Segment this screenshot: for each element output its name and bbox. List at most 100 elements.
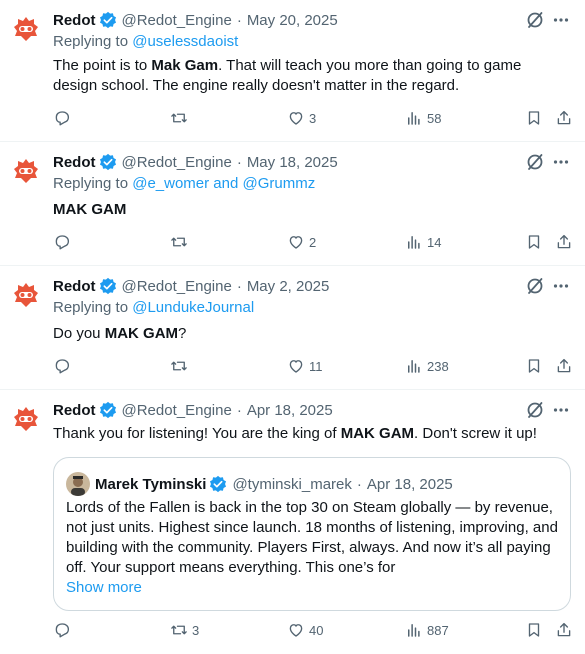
tweet[interactable]: Redot @Redot_Engine · May 20, 2025 Reply… bbox=[0, 0, 585, 142]
like-button[interactable]: 2 bbox=[287, 233, 316, 251]
reply-mention-link[interactable]: @e_womer and @Grummz bbox=[132, 175, 315, 192]
text-bold: MAK GAM bbox=[53, 201, 127, 218]
action-bar: 2 14 bbox=[53, 233, 573, 253]
reply-mention-link[interactable]: @uselessdaoist bbox=[132, 33, 238, 50]
quoted-tweet[interactable]: Marek Tyminski @tyminski_marek · Apr 18,… bbox=[53, 457, 571, 611]
grok-icon[interactable] bbox=[526, 277, 544, 295]
tweet-date[interactable]: May 18, 2025 bbox=[247, 154, 338, 171]
like-count: 3 bbox=[309, 110, 317, 126]
reply-icon bbox=[55, 111, 70, 126]
tweet-date[interactable]: May 2, 2025 bbox=[247, 278, 330, 295]
tweet[interactable]: Redot @Redot_Engine · May 2, 2025 Replyi… bbox=[0, 266, 585, 390]
quote-author-name[interactable]: Marek Tyminski bbox=[95, 476, 206, 493]
text-bold: Mak Gam bbox=[151, 57, 219, 74]
separator-dot: · bbox=[356, 475, 362, 493]
like-count: 11 bbox=[309, 358, 323, 374]
reply-icon bbox=[55, 359, 70, 374]
redot-logo-icon bbox=[14, 159, 38, 183]
more-horizontal-icon[interactable] bbox=[552, 11, 570, 29]
tweet-text: Do you MAK GAM? bbox=[53, 324, 568, 344]
text-part: . Don't screw it up! bbox=[414, 425, 537, 442]
share-button[interactable] bbox=[555, 109, 573, 127]
author-name[interactable]: Redot bbox=[53, 402, 96, 419]
tweet[interactable]: Redot @Redot_Engine · May 18, 2025 Reply… bbox=[0, 142, 585, 266]
reply-button[interactable] bbox=[53, 357, 75, 375]
share-button[interactable] bbox=[555, 233, 573, 251]
verified-badge-icon bbox=[99, 153, 117, 171]
replying-to: Replying to @LundukeJournal bbox=[53, 299, 254, 316]
views-button[interactable]: 14 bbox=[405, 233, 441, 251]
reply-button[interactable] bbox=[53, 233, 75, 251]
views-button[interactable]: 887 bbox=[405, 621, 449, 639]
reply-button[interactable] bbox=[53, 621, 75, 639]
more-horizontal-icon[interactable] bbox=[552, 401, 570, 419]
bookmark-button[interactable] bbox=[525, 233, 543, 251]
reply-mention-link[interactable]: @LundukeJournal bbox=[132, 299, 254, 316]
tweet-header: Redot @Redot_Engine · Apr 18, 2025 bbox=[53, 400, 333, 420]
grok-icon[interactable] bbox=[526, 401, 544, 419]
like-button[interactable]: 11 bbox=[287, 357, 323, 375]
repost-button[interactable]: 3 bbox=[170, 621, 199, 639]
more-horizontal-icon[interactable] bbox=[552, 153, 570, 171]
separator-dot: · bbox=[236, 153, 242, 171]
bookmark-button[interactable] bbox=[525, 109, 543, 127]
tweet[interactable]: Redot @Redot_Engine · Apr 18, 2025 Thank… bbox=[0, 390, 585, 654]
author-name[interactable]: Redot bbox=[53, 12, 96, 29]
avatar[interactable] bbox=[12, 157, 40, 185]
separator-dot: · bbox=[236, 11, 242, 29]
replying-to: Replying to @uselessdaoist bbox=[53, 33, 238, 50]
reply-button[interactable] bbox=[53, 109, 75, 127]
author-handle[interactable]: @Redot_Engine bbox=[122, 154, 232, 171]
text-bold: MAK GAM bbox=[104, 325, 179, 342]
bookmark-button[interactable] bbox=[525, 621, 543, 639]
repost-icon bbox=[171, 361, 187, 371]
tweet-text: The point is to Mak Gam. That will teach… bbox=[53, 56, 568, 96]
bookmark-button[interactable] bbox=[525, 357, 543, 375]
tweet-text: Thank you for listening! You are the kin… bbox=[53, 424, 568, 444]
separator-dot: · bbox=[236, 401, 242, 419]
tweet-header: Redot @Redot_Engine · May 2, 2025 bbox=[53, 276, 329, 296]
repost-button[interactable] bbox=[170, 233, 192, 251]
tweet-date[interactable]: May 20, 2025 bbox=[247, 12, 338, 29]
views-button[interactable]: 58 bbox=[405, 109, 441, 127]
views-chart-icon bbox=[408, 112, 420, 125]
show-more-link[interactable]: Show more bbox=[66, 578, 142, 598]
text-part: Thank you for listening! You are the kin… bbox=[53, 425, 341, 442]
replying-to-label: Replying to bbox=[53, 175, 129, 192]
repost-count: 3 bbox=[192, 622, 200, 638]
share-button[interactable] bbox=[555, 621, 573, 639]
verified-badge-icon bbox=[209, 475, 227, 493]
bookmark-icon bbox=[528, 111, 540, 125]
avatar[interactable] bbox=[12, 281, 40, 309]
avatar[interactable] bbox=[12, 405, 40, 433]
like-button[interactable]: 40 bbox=[287, 621, 323, 639]
tweet-date[interactable]: Apr 18, 2025 bbox=[247, 402, 333, 419]
repost-icon bbox=[171, 625, 187, 635]
user-photo-icon bbox=[66, 472, 90, 496]
quote-header: Marek Tyminski @tyminski_marek · Apr 18,… bbox=[66, 472, 453, 496]
grok-icon[interactable] bbox=[526, 153, 544, 171]
verified-badge-icon bbox=[99, 11, 117, 29]
avatar[interactable] bbox=[12, 15, 40, 43]
more-horizontal-icon[interactable] bbox=[552, 277, 570, 295]
view-count: 14 bbox=[427, 234, 442, 250]
share-button[interactable] bbox=[555, 357, 573, 375]
repost-button[interactable] bbox=[170, 357, 192, 375]
author-name[interactable]: Redot bbox=[53, 154, 96, 171]
view-count: 887 bbox=[427, 622, 449, 638]
repost-button[interactable] bbox=[170, 109, 192, 127]
replying-to-label: Replying to bbox=[53, 299, 129, 316]
views-button[interactable]: 238 bbox=[405, 357, 449, 375]
author-handle[interactable]: @Redot_Engine bbox=[122, 278, 232, 295]
quote-date[interactable]: Apr 18, 2025 bbox=[367, 476, 453, 493]
action-bar: 3 58 bbox=[53, 109, 573, 129]
quote-author-handle[interactable]: @tyminski_marek bbox=[232, 476, 351, 493]
replying-to: Replying to @e_womer and @Grummz bbox=[53, 175, 315, 192]
text-part: The point is to bbox=[53, 57, 152, 74]
like-button[interactable]: 3 bbox=[287, 109, 316, 127]
grok-icon[interactable] bbox=[526, 11, 544, 29]
author-handle[interactable]: @Redot_Engine bbox=[122, 402, 232, 419]
view-count: 58 bbox=[427, 110, 442, 126]
author-name[interactable]: Redot bbox=[53, 278, 96, 295]
author-handle[interactable]: @Redot_Engine bbox=[122, 12, 232, 29]
